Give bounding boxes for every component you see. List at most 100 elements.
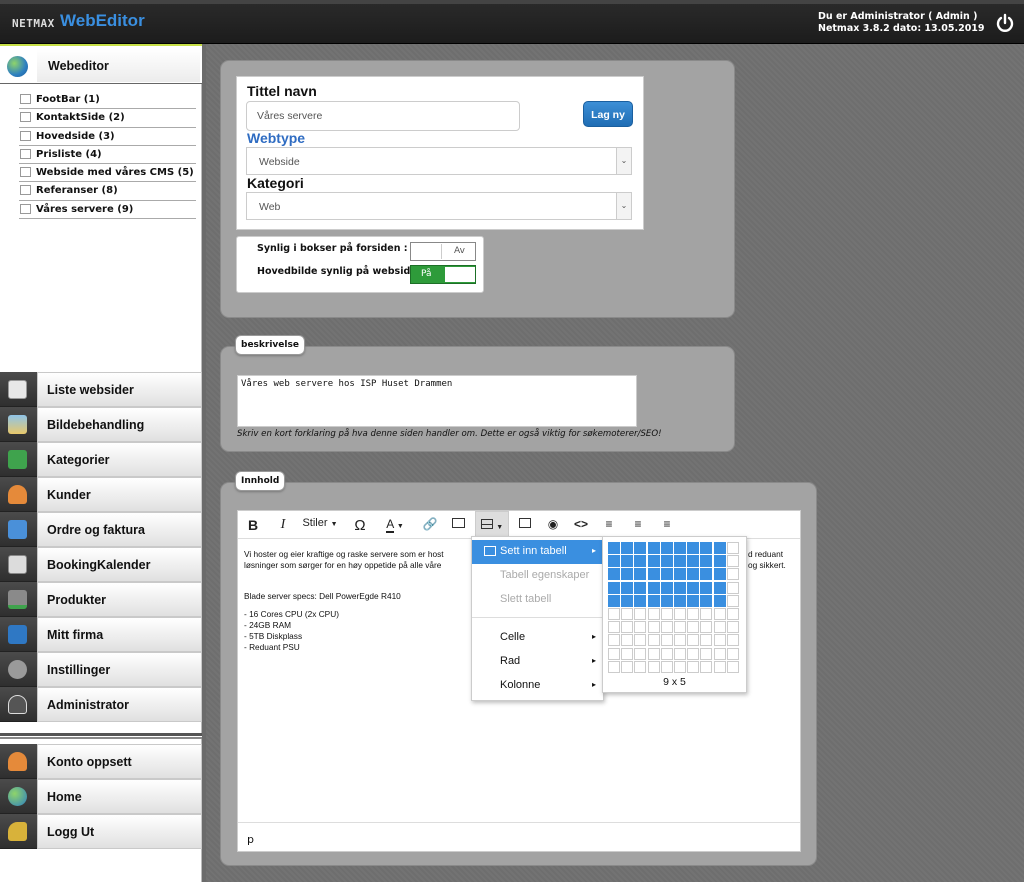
align-left-icon[interactable]: ≡ [600, 511, 618, 537]
grid-cell[interactable] [660, 568, 673, 581]
grid-cell[interactable] [700, 660, 713, 673]
grid-cell[interactable] [621, 555, 634, 568]
kategori-select[interactable]: Web ⌄ [246, 192, 632, 220]
grid-cell[interactable] [674, 634, 686, 647]
grid-cell[interactable] [687, 621, 700, 634]
grid-cell[interactable] [687, 581, 700, 594]
grid-cell[interactable] [608, 594, 620, 607]
power-icon[interactable] [995, 13, 1015, 33]
grid-cell[interactable] [634, 594, 647, 607]
grid-cell[interactable] [621, 608, 634, 620]
font-color-button[interactable]: A ▼ [378, 511, 412, 537]
grid-cell[interactable] [660, 647, 673, 660]
nav-item-home[interactable]: Home [0, 779, 202, 814]
styles-dropdown[interactable]: Stiler ▼ [300, 511, 340, 537]
grid-cell[interactable] [634, 581, 647, 594]
grid-cell[interactable] [713, 608, 726, 620]
grid-cell[interactable] [634, 542, 647, 554]
grid-cell[interactable] [726, 568, 739, 581]
grid-cell[interactable] [687, 660, 700, 673]
table-grid-picker[interactable]: 9 x 5 [602, 536, 747, 693]
nav-item-administrator[interactable]: Administrator [0, 687, 202, 722]
grid-cell[interactable] [674, 594, 686, 607]
nav-item-konto-oppsett[interactable]: Konto oppsett [0, 744, 202, 779]
grid-cell[interactable] [713, 647, 726, 660]
nav-item-ordre[interactable]: Ordre og faktura [0, 512, 202, 547]
grid-cell[interactable] [687, 647, 700, 660]
grid-cell[interactable] [726, 594, 739, 607]
grid-cell[interactable] [621, 542, 634, 554]
grid-cell[interactable] [621, 660, 634, 673]
grid-cell[interactable] [621, 634, 634, 647]
grid-cell[interactable] [713, 542, 726, 554]
grid-cell[interactable] [713, 568, 726, 581]
grid-cell[interactable] [713, 581, 726, 594]
table-grid[interactable] [608, 542, 743, 673]
grid-cell[interactable] [660, 542, 673, 554]
nav-item-mitt-firma[interactable]: Mitt firma [0, 617, 202, 652]
grid-cell[interactable] [687, 555, 700, 568]
title-input[interactable]: Våres servere [246, 101, 520, 131]
webtype-select[interactable]: Webside ⌄ [246, 147, 632, 175]
grid-cell[interactable] [621, 647, 634, 660]
grid-cell[interactable] [687, 542, 700, 554]
tree-item[interactable]: Referanser (8) [19, 182, 196, 201]
grid-cell[interactable] [634, 660, 647, 673]
grid-cell[interactable] [647, 647, 660, 660]
status-path[interactable]: p [247, 833, 254, 846]
grid-cell[interactable] [726, 555, 739, 568]
synlig-toggle[interactable]: Av [410, 242, 476, 261]
italic-button[interactable]: I [274, 511, 292, 537]
grid-cell[interactable] [647, 555, 660, 568]
grid-cell[interactable] [608, 542, 620, 554]
grid-cell[interactable] [687, 634, 700, 647]
grid-cell[interactable] [700, 568, 713, 581]
grid-cell[interactable] [674, 542, 686, 554]
grid-cell[interactable] [726, 621, 739, 634]
grid-cell[interactable] [687, 608, 700, 620]
grid-cell[interactable] [647, 608, 660, 620]
grid-cell[interactable] [700, 542, 713, 554]
grid-cell[interactable] [726, 634, 739, 647]
nav-item-liste-websider[interactable]: Liste websider [0, 372, 202, 407]
preview-icon[interactable]: ◉ [543, 511, 563, 537]
grid-cell[interactable] [608, 660, 620, 673]
tree-item[interactable]: KontaktSide (2) [19, 109, 196, 128]
nav-item-bookingkalender[interactable]: BookingKalender [0, 547, 202, 582]
grid-cell[interactable] [647, 568, 660, 581]
grid-cell[interactable] [687, 568, 700, 581]
grid-cell[interactable] [634, 568, 647, 581]
create-button[interactable]: Lag ny [583, 101, 633, 127]
grid-cell[interactable] [660, 634, 673, 647]
grid-cell[interactable] [660, 608, 673, 620]
nav-item-kategorier[interactable]: Kategorier [0, 442, 202, 477]
grid-cell[interactable] [713, 634, 726, 647]
bold-button[interactable]: B [244, 511, 262, 537]
grid-cell[interactable] [687, 594, 700, 607]
grid-cell[interactable] [634, 647, 647, 660]
grid-cell[interactable] [674, 568, 686, 581]
hovedbilde-toggle[interactable]: På [410, 265, 476, 284]
special-char-button[interactable]: Ω [350, 511, 370, 537]
grid-cell[interactable] [621, 581, 634, 594]
image-icon[interactable] [448, 511, 468, 537]
grid-cell[interactable] [674, 660, 686, 673]
menu-row[interactable]: Rad ▸ [472, 650, 604, 674]
grid-cell[interactable] [621, 594, 634, 607]
nav-item-produkter[interactable]: Produkter [0, 582, 202, 617]
tree-item[interactable]: Prisliste (4) [19, 146, 196, 165]
code-icon[interactable]: <> [571, 511, 591, 537]
link-icon[interactable]: 🔗 [420, 511, 440, 537]
grid-cell[interactable] [700, 608, 713, 620]
grid-cell[interactable] [660, 555, 673, 568]
grid-cell[interactable] [647, 634, 660, 647]
grid-cell[interactable] [608, 555, 620, 568]
grid-cell[interactable] [621, 621, 634, 634]
grid-cell[interactable] [726, 660, 739, 673]
grid-cell[interactable] [608, 647, 620, 660]
align-right-icon[interactable]: ≡ [658, 511, 676, 537]
menu-cell[interactable]: Celle ▸ [472, 626, 604, 650]
menu-column[interactable]: Kolonne ▸ [472, 674, 604, 698]
menu-insert-table[interactable]: Sett inn tabell ▸ [472, 540, 604, 564]
grid-cell[interactable] [713, 660, 726, 673]
